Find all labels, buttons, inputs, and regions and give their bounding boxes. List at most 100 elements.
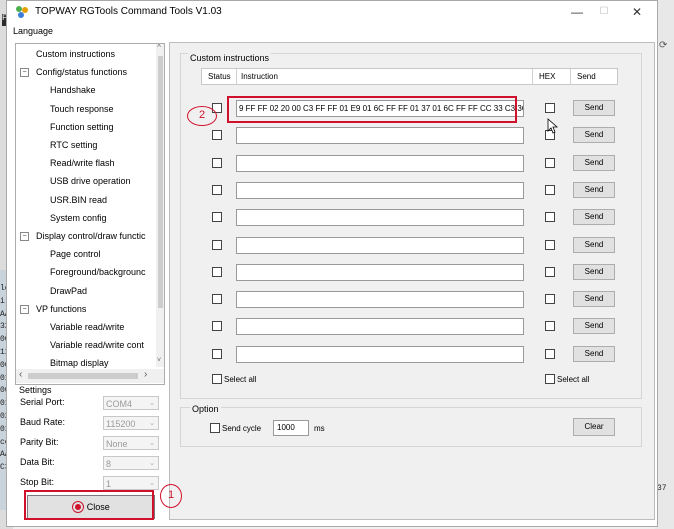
- row-hex-checkbox[interactable]: [545, 239, 555, 250]
- send-button[interactable]: Send: [573, 154, 615, 171]
- scroll-down-icon[interactable]: ˅: [157, 357, 161, 364]
- row-status-checkbox[interactable]: [212, 239, 222, 250]
- collapse-icon[interactable]: −: [20, 232, 29, 241]
- tree-horizontal-thumb[interactable]: [28, 373, 138, 379]
- instruction-input[interactable]: [236, 154, 524, 172]
- chevron-down-icon: ⌄: [149, 460, 155, 467]
- setting-label: Data Bit:: [20, 457, 55, 467]
- row-status-checkbox[interactable]: [212, 294, 222, 305]
- main-window: TOPWAY RGTools Command Tools V1.03 — ☐ ✕…: [6, 0, 658, 527]
- setting-select[interactable]: COM4 ⌄: [103, 396, 159, 410]
- tree-item-label: Variable read/write cont: [50, 340, 144, 351]
- scroll-left-icon[interactable]: ‹: [19, 369, 22, 380]
- tree-item-label: Handshake: [50, 85, 96, 96]
- row-hex-checkbox[interactable]: [545, 157, 555, 168]
- setting-value: 8: [106, 459, 112, 469]
- row-status-checkbox[interactable]: [212, 157, 222, 168]
- setting-label: Baud Rate:: [20, 417, 66, 427]
- setting-value: 1: [106, 479, 112, 489]
- maximize-button[interactable]: ☐: [589, 1, 619, 23]
- tree-item-label: Page control: [50, 249, 101, 260]
- settings-group: Settings Serial Port: COM4 ⌄ Baud Rate: 1152…: [15, 385, 163, 495]
- collapse-icon[interactable]: −: [20, 304, 29, 314]
- annotation-box-instruction: [227, 96, 517, 123]
- cycle-unit: ms: [314, 424, 325, 433]
- send-cycle-checkbox[interactable]: [210, 423, 220, 433]
- instruction-input[interactable]: [236, 345, 524, 363]
- row-status-checkbox[interactable]: [212, 348, 222, 359]
- setting-label: Stop Bit:: [20, 477, 55, 487]
- row-hex-checkbox[interactable]: [545, 321, 555, 332]
- column-hex: HEX: [539, 72, 556, 81]
- refresh-icon: ⟳: [659, 41, 668, 52]
- row-status-checkbox[interactable]: [212, 321, 222, 332]
- minimize-button[interactable]: —: [562, 1, 592, 23]
- setting-select[interactable]: None ⌄: [103, 436, 159, 450]
- row-hex-checkbox[interactable]: [545, 266, 555, 277]
- send-cycle-label: Send cycle: [222, 424, 262, 433]
- instruction-input[interactable]: [236, 263, 524, 281]
- tree-vertical-thumb[interactable]: [158, 56, 163, 308]
- table-header: Status Instruction HEX Send: [201, 68, 618, 85]
- setting-value: 115200: [106, 419, 136, 429]
- setting-select[interactable]: 115200 ⌄: [103, 416, 159, 430]
- instruction-input[interactable]: [236, 209, 524, 227]
- row-status-checkbox[interactable]: [212, 130, 222, 141]
- send-button[interactable]: Send: [573, 181, 615, 198]
- column-status: Status: [208, 72, 231, 81]
- function-tree[interactable]: Custom instructions − Config/status functi…: [15, 43, 165, 385]
- tree-item-label: Function setting: [50, 121, 114, 132]
- instruction-input[interactable]: [236, 291, 524, 309]
- instruction-input[interactable]: [236, 181, 524, 199]
- setting-label: Serial Port:: [20, 397, 65, 407]
- custom-instructions-title: Custom instructions: [188, 53, 272, 63]
- instruction-input[interactable]: [236, 127, 524, 145]
- row-hex-checkbox[interactable]: [545, 184, 555, 195]
- send-button[interactable]: Send: [573, 100, 615, 116]
- chevron-down-icon: ⌄: [149, 480, 155, 487]
- scroll-right-icon[interactable]: ›: [144, 369, 147, 380]
- row-hex-checkbox[interactable]: [545, 294, 555, 305]
- setting-value: COM4: [106, 399, 133, 409]
- send-button[interactable]: Send: [573, 318, 615, 335]
- row-hex-checkbox[interactable]: [545, 212, 555, 223]
- send-cycle-input[interactable]: 1000: [273, 420, 309, 436]
- app-icon: [16, 6, 28, 18]
- select-all-hex-checkbox[interactable]: [545, 374, 555, 384]
- column-instruction: Instruction: [241, 72, 278, 81]
- row-hex-checkbox[interactable]: [545, 103, 555, 113]
- send-button[interactable]: Send: [573, 236, 615, 253]
- collapse-icon[interactable]: −: [20, 68, 29, 78]
- send-button[interactable]: Send: [573, 345, 615, 362]
- tree-item-label: USB drive operation: [50, 176, 131, 187]
- menu-bar: Language: [7, 23, 657, 39]
- send-button[interactable]: Send: [573, 263, 615, 280]
- row-status-checkbox[interactable]: [212, 266, 222, 277]
- clear-button[interactable]: Clear: [573, 418, 615, 436]
- setting-value: None: [106, 439, 128, 449]
- settings-title: Settings: [19, 385, 52, 395]
- tree-item-label: DrawPad: [50, 285, 88, 296]
- select-all-status-label: Select all: [224, 375, 257, 384]
- setting-select[interactable]: 8 ⌄: [103, 456, 159, 470]
- row-hex-checkbox[interactable]: [545, 348, 555, 359]
- send-button[interactable]: Send: [573, 291, 615, 308]
- send-button[interactable]: Send: [573, 209, 615, 226]
- menu-language[interactable]: Language: [13, 26, 53, 36]
- instruction-input[interactable]: [236, 236, 524, 254]
- tree-item-label: Foreground/backgrounc: [50, 267, 146, 278]
- setting-select[interactable]: 1 ⌄: [103, 476, 159, 490]
- window-close-button[interactable]: ✕: [622, 1, 652, 23]
- tree-item-label: Touch response: [50, 103, 114, 114]
- send-button[interactable]: Send: [573, 127, 615, 144]
- setting-label: Parity Bit:: [20, 437, 59, 447]
- tree-item-label: Config/status functions: [36, 67, 128, 78]
- select-all-status-checkbox[interactable]: [212, 374, 222, 384]
- row-status-checkbox[interactable]: [212, 212, 222, 223]
- instruction-input[interactable]: [236, 318, 524, 336]
- row-status-checkbox[interactable]: [212, 184, 222, 195]
- tree-item-label: RTC setting: [50, 140, 98, 150]
- chevron-down-icon: ⌄: [149, 400, 155, 407]
- chevron-down-icon: ⌄: [149, 440, 155, 447]
- scroll-up-icon[interactable]: ˄: [157, 44, 161, 50]
